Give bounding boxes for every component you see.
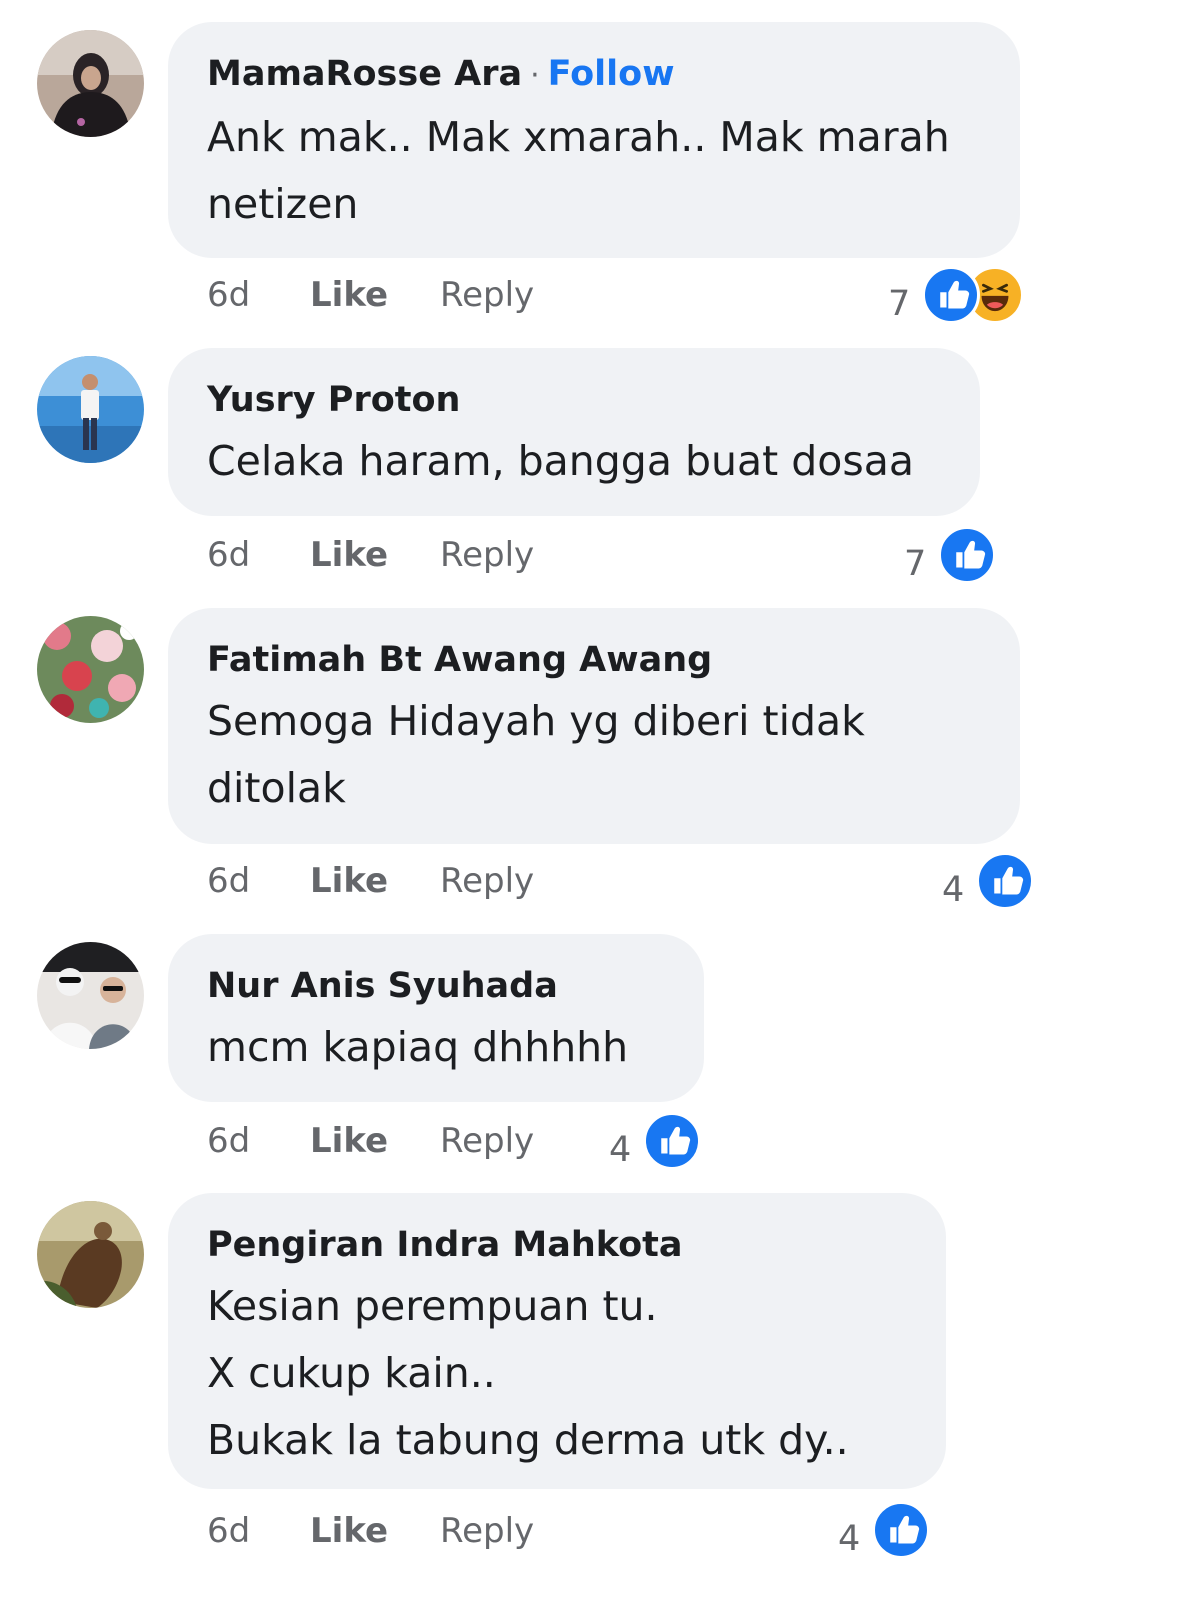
like-icon [976, 852, 1034, 910]
comment-text: Kesian perempuan tu. [207, 1282, 658, 1330]
reactions-summary[interactable]: 4 [609, 1112, 709, 1172]
reactions-summary[interactable]: 7 [888, 266, 1038, 326]
reactions-summary[interactable]: 4 [838, 1501, 938, 1561]
like-icon [643, 1112, 701, 1170]
timestamp[interactable]: 6d [207, 533, 250, 577]
reply-button[interactable]: Reply [440, 1119, 534, 1163]
timestamp[interactable]: 6d [207, 273, 250, 317]
author-name[interactable]: Yusry Proton [207, 380, 460, 420]
reactions-summary[interactable]: 4 [942, 852, 1042, 912]
like-button[interactable]: Like [310, 273, 388, 317]
reaction-count: 7 [888, 284, 911, 324]
reply-button[interactable]: Reply [440, 273, 534, 317]
comment-bubble: MamaRosse Ara · Follow Ank mak.. Mak xmara… [168, 22, 1020, 258]
comment-text: Bukak la tabung derma utk dy.. [207, 1416, 849, 1464]
reply-button[interactable]: Reply [440, 533, 534, 577]
comment-text: ditolak [207, 764, 346, 812]
comment-bubble: Pengiran Indra Mahkota Kesian perempuan … [168, 1193, 946, 1489]
reaction-count: 4 [609, 1130, 632, 1170]
comment-bubble: Yusry Proton Celaka haram, bangga buat d… [168, 348, 980, 516]
like-button[interactable]: Like [310, 859, 388, 903]
timestamp[interactable]: 6d [207, 859, 250, 903]
comment-bubble: Nur Anis Syuhada mcm kapiaq dhhhhh [168, 934, 704, 1102]
reaction-count: 7 [904, 544, 927, 584]
reactions-summary[interactable]: 7 [904, 526, 1004, 586]
like-icon [872, 1501, 930, 1559]
avatar[interactable] [37, 1201, 144, 1308]
author-line: Yusry Proton [207, 376, 940, 424]
avatar[interactable] [37, 30, 144, 137]
author-line: Fatimah Bt Awang Awang [207, 636, 980, 684]
author-line: Pengiran Indra Mahkota [207, 1221, 906, 1269]
like-button[interactable]: Like [310, 533, 388, 577]
like-icon [938, 526, 996, 584]
like-icon [922, 266, 980, 324]
author-name[interactable]: Pengiran Indra Mahkota [207, 1225, 683, 1265]
author-name[interactable]: MamaRosse Ara [207, 54, 522, 94]
like-button[interactable]: Like [310, 1119, 388, 1163]
author-name[interactable]: Fatimah Bt Awang Awang [207, 640, 712, 680]
comment-text: X cukup kain.. [207, 1349, 496, 1397]
reaction-count: 4 [838, 1519, 861, 1559]
avatar[interactable] [37, 356, 144, 463]
follow-button[interactable]: Follow [548, 54, 675, 94]
comment-bubble: Fatimah Bt Awang Awang Semoga Hidayah yg… [168, 608, 1020, 844]
comment-text: Celaka haram, bangga buat dosaa [207, 437, 914, 485]
avatar[interactable] [37, 942, 144, 1049]
author-line: MamaRosse Ara · Follow [207, 50, 980, 100]
reaction-count: 4 [942, 870, 965, 910]
separator-dot: · [530, 58, 540, 93]
timestamp[interactable]: 6d [207, 1119, 250, 1163]
author-name[interactable]: Nur Anis Syuhada [207, 966, 558, 1006]
comment-text: Ank mak.. Mak xmarah.. Mak marah [207, 113, 950, 161]
comment-text: Semoga Hidayah yg diberi tidak [207, 697, 865, 745]
author-line: Nur Anis Syuhada [207, 962, 664, 1010]
reply-button[interactable]: Reply [440, 1509, 534, 1553]
reply-button[interactable]: Reply [440, 859, 534, 903]
timestamp[interactable]: 6d [207, 1509, 250, 1553]
comment-text: mcm kapiaq dhhhhh [207, 1023, 629, 1071]
avatar[interactable] [37, 616, 144, 723]
like-button[interactable]: Like [310, 1509, 388, 1553]
comment-text: netizen [207, 180, 359, 228]
